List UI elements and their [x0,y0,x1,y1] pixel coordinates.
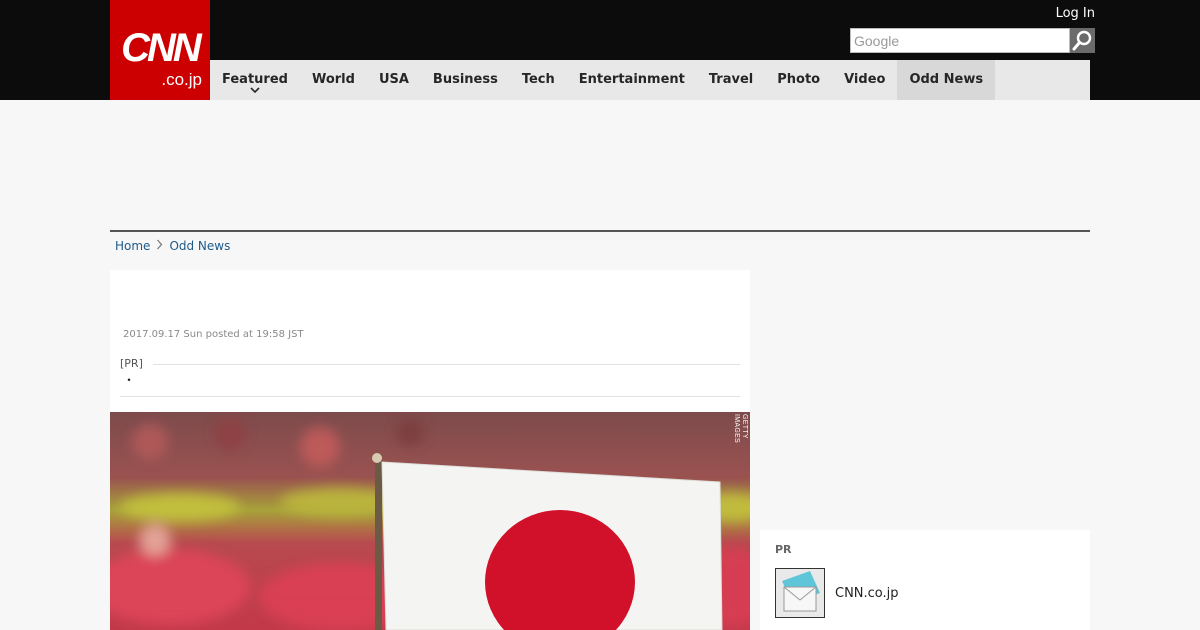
nav-label: Entertainment [578,72,685,87]
post-date: 2017.09.17 Sun posted at 19:58 JST [123,329,304,340]
logo-sub-text: .co.jp [161,70,202,89]
nav-label: Business [432,72,498,87]
pr-divider [152,363,740,365]
chevron-right-icon [156,238,163,254]
sidebar-pr-box: PR CNN.co.jp [760,530,1090,630]
nav-item-world[interactable]: World [300,60,367,100]
pr-row: [PR] [120,357,740,371]
section-divider [110,230,1090,232]
search-button[interactable] [1070,28,1095,53]
nav-label: World [311,72,355,87]
breadcrumb: Home Odd News [115,238,230,254]
nav-item-entertainment[interactable]: Entertainment [567,60,697,100]
breadcrumb-home-link[interactable]: Home [115,238,150,254]
pr-item-link[interactable]: CNN.co.jp [835,586,899,602]
nav-label: Tech [521,72,555,87]
pr-box-title: PR [775,543,792,556]
main-nav: Featured World USA Business Tech Enterta… [210,60,1090,100]
nav-item-usa[interactable]: USA [367,60,421,100]
nav-label: Featured [222,72,288,87]
japan-flag-photo [110,412,750,630]
nav-item-odd-news[interactable]: Odd News [897,60,996,100]
article-divider [120,396,740,397]
nav-label: Photo [777,72,821,87]
chevron-down-icon [210,86,300,96]
nav-label: Travel [708,72,754,87]
breadcrumb-current-link[interactable]: Odd News [169,238,230,254]
article-hero-image [110,412,750,630]
search-icon [1072,30,1092,51]
envelope-icon [776,569,824,617]
image-credit: GETTY IMAGES [733,414,748,444]
nav-item-travel[interactable]: Travel [697,60,765,100]
pr-tag: [PR] [120,357,143,370]
sidebar-ad-space [760,270,1090,520]
nav-label: Video [844,72,886,87]
ad-banner-space [110,100,1090,230]
nav-item-video[interactable]: Video [832,60,897,100]
login-link[interactable]: Log In [1020,6,1095,22]
search-input[interactable] [850,28,1070,53]
logo-main-text: CNN [121,26,202,70]
article-header: 2017.09.17 Sun posted at 19:58 JST [PR] … [110,270,750,412]
pr-text-link[interactable]: ・ [123,373,135,387]
nav-item-photo[interactable]: Photo [765,60,832,100]
pr-thumbnail[interactable] [775,568,825,618]
nav-item-featured[interactable]: Featured [210,60,300,100]
nav-item-tech[interactable]: Tech [510,60,567,100]
nav-label: Odd News [909,72,984,87]
nav-item-business[interactable]: Business [421,60,510,100]
cnn-logo[interactable]: CNN .co.jp [110,0,210,100]
nav-label: USA [378,72,409,87]
